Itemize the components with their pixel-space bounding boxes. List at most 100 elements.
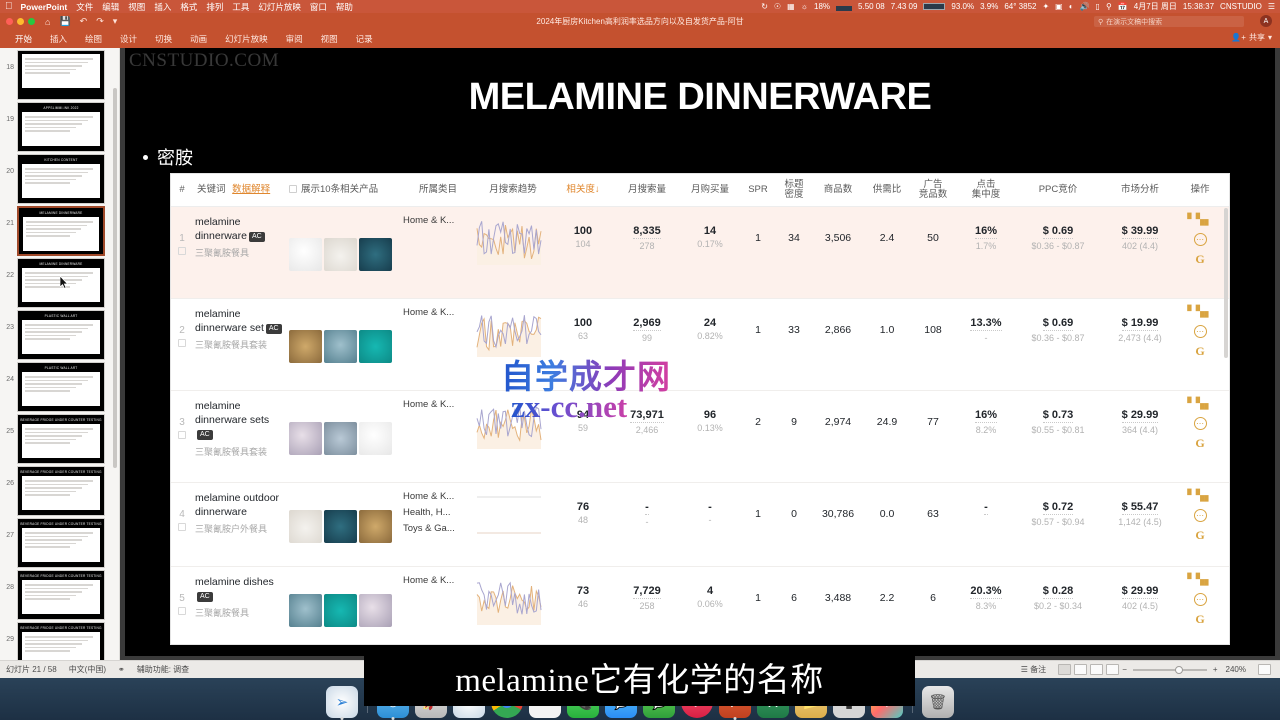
notes-toggle[interactable]: ☰ 备注 — [1021, 664, 1046, 675]
keyword-cell[interactable]: melamine outdoor dinnerware 三聚氰胺户外餐具 — [193, 483, 289, 566]
menubar-time[interactable]: 15:38:37 — [1183, 2, 1214, 11]
table-row[interactable]: 3 melamine dinnerware setsAC 三聚氰胺餐具套装 Home … — [171, 391, 1229, 483]
fit-to-window-icon[interactable] — [1258, 664, 1271, 675]
product-thumbnail[interactable] — [289, 330, 322, 363]
product-thumbnail[interactable] — [324, 594, 357, 627]
share-button[interactable]: 👤+ 共享 ▾ — [1231, 32, 1272, 43]
google-icon[interactable]: G — [1195, 613, 1204, 625]
table-row[interactable]: 1 melamine dinnerware AC 三聚氰胺餐具 Home & K... 1… — [171, 207, 1229, 299]
notes-icon[interactable]: ▦ — [787, 2, 795, 11]
trend-sparkline[interactable] — [473, 213, 545, 265]
table-row[interactable]: 4 melamine outdoor dinnerware 三聚氰胺户外餐具 Home… — [171, 483, 1229, 567]
trend-sparkline[interactable] — [473, 397, 545, 449]
ellipsis-circle-icon[interactable]: ⋯ — [1193, 509, 1207, 522]
slide-thumbnail-preview[interactable]: BEVERAGE FRIDGE UNDER COUNTER TESTING — [17, 414, 105, 464]
slide-thumbnail-preview[interactable]: BEVERAGE FRIDGE UNDER COUNTER TESTING — [17, 518, 105, 568]
cpu-graph-icon[interactable] — [836, 2, 853, 11]
battery-icon[interactable] — [923, 3, 946, 10]
trend-cell[interactable] — [473, 567, 553, 644]
slide-thumbnail-preview[interactable] — [17, 50, 105, 100]
google-icon[interactable]: G — [1195, 437, 1204, 449]
google-icon[interactable]: G — [1195, 529, 1204, 541]
slide-thumbnail-item[interactable]: 24 PLASTIC WALL ART — [0, 360, 119, 412]
tab-insert[interactable]: 插入 — [41, 30, 76, 48]
product-thumbnail[interactable] — [359, 510, 392, 543]
bluetooth-icon[interactable]: ✦ — [1042, 2, 1049, 11]
slide-thumbnail-item[interactable]: 21 MELAMINE DINNERWARE — [0, 204, 119, 256]
table-scrollbar[interactable] — [1224, 208, 1228, 358]
google-icon[interactable]: G — [1195, 345, 1204, 357]
product-thumbnail[interactable] — [324, 510, 357, 543]
tab-transitions[interactable]: 切换 — [146, 30, 181, 48]
save-icon[interactable]: 💾 — [59, 16, 70, 27]
slide-thumbnail-item[interactable]: 27 BEVERAGE FRIDGE UNDER COUNTER TESTING — [0, 516, 119, 568]
menu-item-tools[interactable]: 工具 — [232, 1, 249, 13]
tab-view[interactable]: 视图 — [312, 30, 347, 48]
slide-thumbnail-preview[interactable]: APPSLIMMI.INK 2022 — [17, 102, 105, 152]
menu-item-slideshow[interactable]: 幻灯片放映 — [258, 1, 301, 13]
product-thumbnail[interactable] — [324, 330, 357, 363]
net-up[interactable]: 3.9% — [980, 2, 998, 11]
product-thumbnail[interactable] — [359, 238, 392, 271]
row-checkbox[interactable] — [178, 339, 186, 347]
tab-draw[interactable]: 绘图 — [76, 30, 111, 48]
trend-cell[interactable] — [473, 207, 553, 298]
tab-animations[interactable]: 动画 — [181, 30, 216, 48]
menu-item-arrange[interactable]: 排列 — [206, 1, 223, 13]
row-checkbox[interactable] — [178, 523, 186, 531]
table-row[interactable]: 2 melamine dinnerware set AC 三聚氰胺餐具套装 Home &… — [171, 299, 1229, 391]
undo-icon[interactable]: ↶ — [80, 16, 88, 27]
view-sorter-button[interactable] — [1074, 664, 1088, 675]
zoom-in-button[interactable]: + — [1213, 665, 1218, 674]
window-controls[interactable] — [6, 18, 35, 25]
bar-chart-icon[interactable]: ▘▚▖ — [1187, 399, 1212, 410]
rail-scrollbar[interactable] — [113, 88, 117, 468]
slide-thumbnail-preview[interactable]: BEVERAGE FRIDGE UNDER COUNTER TESTING — [17, 622, 105, 660]
slide-thumbnail-item[interactable]: 25 BEVERAGE FRIDGE UNDER COUNTER TESTING — [0, 412, 119, 464]
keyword-tool-screenshot[interactable]: # 关键词 数据解释 展示10条相关产品 所属类目 月搜索趋势 相关度↓ 月搜索… — [171, 174, 1229, 644]
ellipsis-circle-icon[interactable]: ⋯ — [1193, 233, 1207, 246]
screen-mirror-icon[interactable]: ▯ — [1096, 2, 1100, 11]
sync-icon[interactable]: ↻ — [761, 2, 768, 11]
net-down[interactable]: 93.0% — [951, 2, 974, 11]
bar-chart-icon[interactable]: ▘▚▖ — [1187, 491, 1212, 502]
product-thumbnail[interactable] — [324, 422, 357, 455]
zoom-out-button[interactable]: − — [1122, 665, 1127, 674]
tab-record[interactable]: 记录 — [347, 30, 382, 48]
slide-thumbnail-rail[interactable]: 18 19 APPSLIMMI.INK 2022 20 KITCHEN CONTENT 2… — [0, 48, 120, 660]
volume-icon[interactable]: 🔊 — [1080, 2, 1090, 11]
product-thumbnail[interactable] — [289, 510, 322, 543]
view-presenter-button[interactable] — [1106, 664, 1120, 675]
weather-temp[interactable]: 64° 3852 — [1004, 2, 1036, 11]
language-indicator[interactable]: 中文(中国) — [69, 664, 106, 675]
google-icon[interactable]: G — [1195, 253, 1204, 265]
slide-thumbnail-item[interactable]: 19 APPSLIMMI.INK 2022 — [0, 100, 119, 152]
slide-thumbnail-item[interactable]: 20 KITCHEN CONTENT — [0, 152, 119, 204]
slide-thumbnail-item[interactable]: 26 BEVERAGE FRIDGE UNDER COUNTER TESTING — [0, 464, 119, 516]
trend-cell[interactable] — [473, 299, 553, 390]
slide-thumbnail-preview[interactable]: BEVERAGE FRIDGE UNDER COUNTER TESTING — [17, 466, 105, 516]
show-related-checkbox[interactable] — [289, 184, 297, 193]
tab-review[interactable]: 审阅 — [277, 30, 312, 48]
product-thumbnail[interactable] — [359, 422, 392, 455]
dock-item-trash-icon[interactable]: 🗑 — [922, 686, 954, 718]
slide-thumbnail-item[interactable]: 28 BEVERAGE FRIDGE UNDER COUNTER TESTING — [0, 568, 119, 620]
tab-home[interactable]: 开始 — [6, 30, 41, 48]
th-relevance[interactable]: 相关度↓ — [553, 184, 613, 195]
slide-thumbnail-preview[interactable]: PLASTIC WALL ART — [17, 310, 105, 360]
dock-item-safari-icon[interactable]: ➢ — [326, 686, 358, 720]
close-window-button[interactable] — [6, 18, 13, 25]
redo-icon[interactable]: ↷ — [96, 16, 104, 27]
view-normal-button[interactable] — [1058, 664, 1072, 675]
shield-icon[interactable]: ☉ — [774, 2, 781, 11]
product-thumbnail[interactable] — [324, 238, 357, 271]
menu-item-help[interactable]: 帮助 — [336, 1, 353, 13]
accessibility-status[interactable]: 辅助功能: 调查 — [137, 664, 189, 675]
control-center-icon[interactable]: ☰ — [1268, 2, 1275, 11]
menu-item-view[interactable]: 视图 — [128, 1, 145, 13]
keyword-cell[interactable]: melamine dinnerware set AC 三聚氰胺餐具套装 — [193, 299, 289, 390]
menu-item-edit[interactable]: 编辑 — [102, 1, 119, 13]
maximize-window-button[interactable] — [28, 18, 35, 25]
menu-item-insert[interactable]: 插入 — [154, 1, 171, 13]
data-explain-link[interactable]: 数据解释 — [232, 184, 270, 195]
